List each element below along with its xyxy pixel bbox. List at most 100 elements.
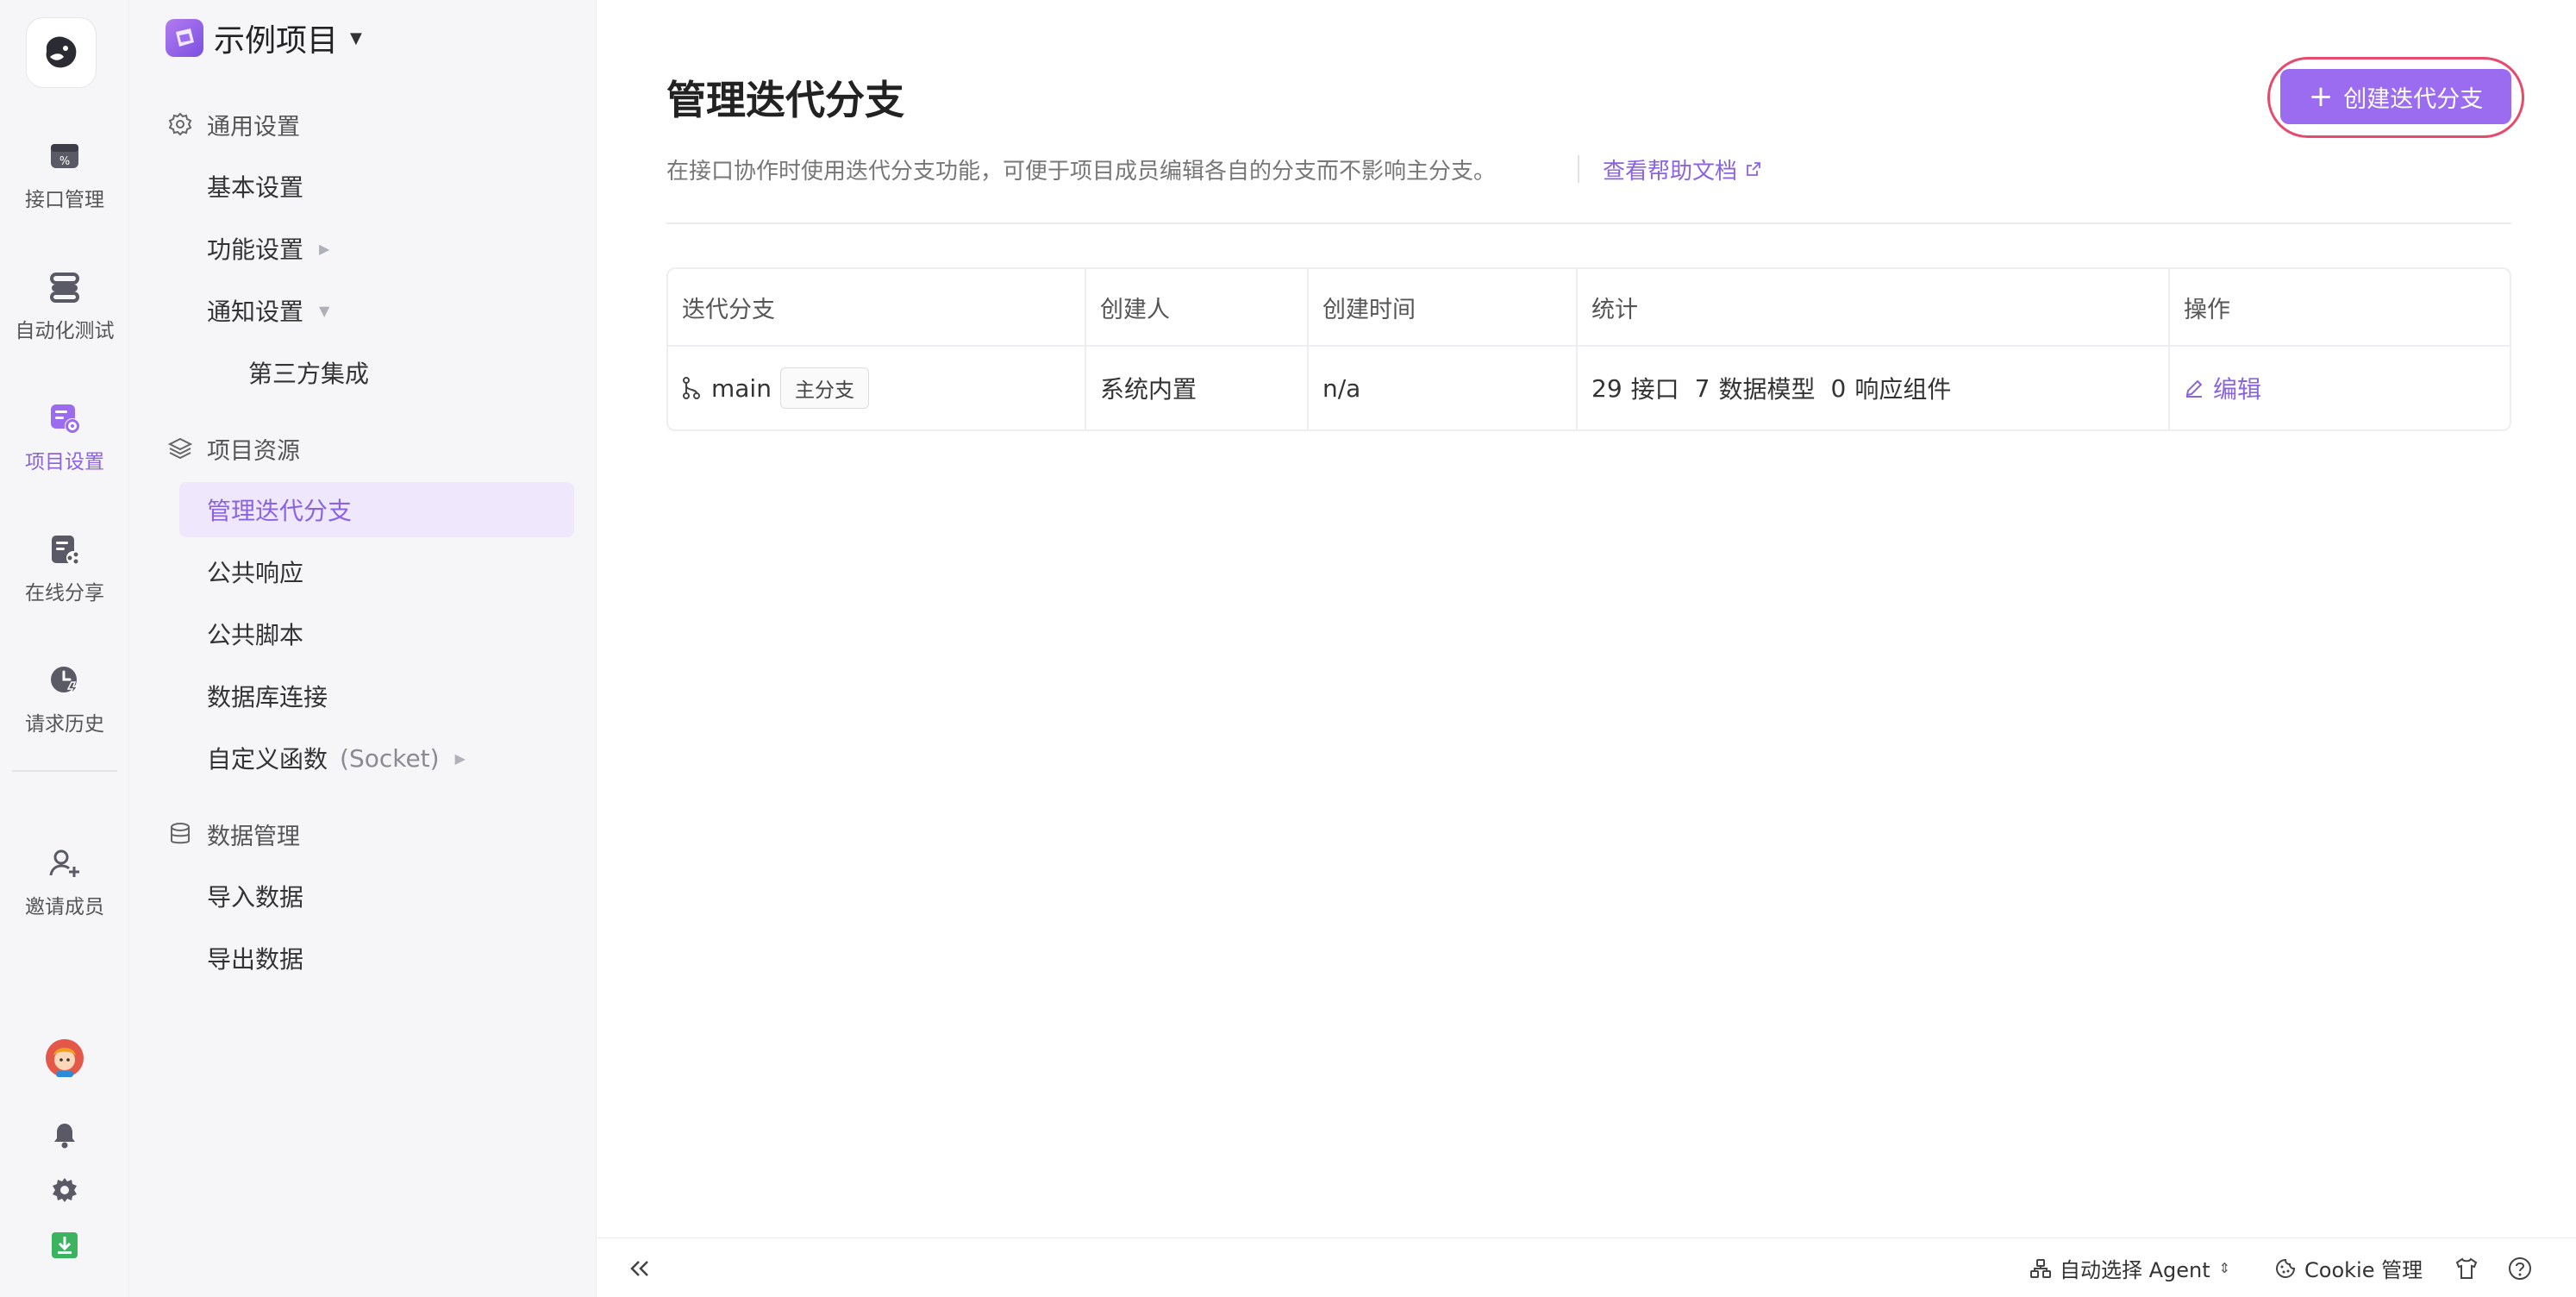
column-header-actions: 操作 [2184, 296, 2230, 323]
rail-item-project-settings[interactable]: 项目设置 [0, 398, 129, 474]
rail-item-invite-member[interactable]: 邀请成员 [0, 843, 129, 919]
rail-item-online-share[interactable]: 在线分享 [0, 529, 129, 605]
caret-right-icon: ▶ [454, 749, 466, 767]
agent-selector[interactable]: 自动选择 Agent ⇕ [2030, 1238, 2230, 1297]
app-logo-icon [46, 36, 77, 68]
section-project-resources: 项目资源 [167, 428, 300, 469]
component-count-label: 响应组件 [1854, 375, 1952, 404]
main-content: 管理迭代分支 + 创建迭代分支 在接口协作时使用迭代分支功能，可便于项目成员编辑… [597, 0, 2576, 1237]
nav-label: 功能设置 [207, 235, 304, 264]
user-avatar[interactable] [0, 1037, 129, 1080]
column-header-stats: 统计 [1578, 269, 2170, 345]
nav-label: 公共响应 [207, 559, 304, 587]
avatar-icon [46, 1039, 84, 1077]
section-label: 项目资源 [207, 437, 300, 465]
section-label: 通用设置 [207, 113, 300, 141]
nav-label: 通知设置 [207, 298, 304, 326]
nav-notification-settings[interactable]: 通知设置 ▼ [207, 290, 329, 331]
help-button[interactable] [2508, 1238, 2532, 1297]
download-button[interactable] [0, 1228, 129, 1263]
nav-third-party-integration[interactable]: 第三方集成 [248, 352, 369, 393]
rail-item-automation-test[interactable]: 自动化测试 [0, 267, 129, 343]
automation-test-icon [45, 267, 84, 307]
nav-export-data[interactable]: 导出数据 [207, 937, 303, 979]
project-settings-icon [45, 398, 84, 438]
gear-icon [167, 111, 193, 137]
rail-item-request-history[interactable]: 请求历史 [0, 661, 129, 736]
column-header-created-at: 创建时间 [1309, 269, 1578, 345]
cookie-label: Cookie 管理 [2304, 1258, 2423, 1282]
nav-manage-branches[interactable]: 管理迭代分支 [207, 489, 352, 530]
cookie-icon [2275, 1258, 2296, 1279]
edit-branch-button[interactable]: 编辑 [2184, 371, 2261, 405]
chevron-down-icon: ▼ [350, 28, 362, 47]
rail-label: 在线分享 [25, 582, 104, 605]
api-count-label: 接口 [1630, 375, 1679, 404]
caret-right-icon: ▶ [319, 240, 330, 257]
shirt-icon [2455, 1256, 2478, 1279]
rail-label: 项目设置 [25, 451, 104, 473]
section-label: 数据管理 [207, 823, 300, 850]
agent-label: 自动选择 Agent [2060, 1258, 2210, 1282]
creator-cell: 系统内置 [1086, 347, 1309, 429]
nav-label: 公共脚本 [207, 621, 304, 649]
create-branch-label: 创建迭代分支 [2343, 85, 2484, 113]
rail-label: 请求历史 [25, 713, 104, 736]
app-logo[interactable] [26, 17, 97, 88]
main-branch-badge: 主分支 [779, 367, 869, 409]
component-count: 0 [1830, 373, 1847, 403]
download-icon [52, 1232, 78, 1258]
agent-network-icon [2030, 1258, 2051, 1279]
help-doc-label: 查看帮助文档 [1603, 159, 1738, 185]
project-switcher[interactable]: 示例项目 ▼ [166, 17, 362, 59]
branch-table: 迭代分支 创建人 创建时间 统计 操作 main 主分支 系统内置 n/a 29… [666, 267, 2511, 431]
column-header-creator: 创建人 [1086, 269, 1309, 345]
section-general-settings: 通用设置 [167, 103, 300, 145]
bell-icon [54, 1124, 75, 1149]
branch-name: main [711, 373, 772, 403]
invite-member-icon [45, 843, 84, 883]
rail-label: 自动化测试 [15, 320, 115, 342]
rail-item-api-management[interactable]: % 接口管理 [0, 136, 129, 212]
nav-basic-settings[interactable]: 基本设置 [207, 166, 303, 207]
rail-divider [12, 770, 117, 772]
request-history-icon [45, 661, 84, 700]
settings-gear[interactable] [0, 1173, 129, 1207]
project-name: 示例项目 [214, 23, 339, 59]
created-at-cell: n/a [1309, 347, 1578, 429]
nav-label-suffix: (Socket) [340, 743, 440, 773]
git-branch-icon [682, 377, 701, 399]
description-divider [1578, 155, 1579, 183]
nav-label: 基本设置 [207, 173, 304, 202]
header-divider [666, 222, 2511, 224]
nav-common-response[interactable]: 公共响应 [207, 551, 303, 592]
double-chevron-left-icon [630, 1261, 648, 1276]
table-header-row: 迭代分支 创建人 创建时间 统计 操作 [668, 269, 2510, 347]
sort-arrows-icon: ⇕ [2218, 1260, 2231, 1276]
online-share-icon [45, 529, 84, 569]
project-sidebar [129, 0, 597, 1297]
theme-button[interactable] [2454, 1238, 2479, 1297]
create-branch-button[interactable]: + 创建迭代分支 [2280, 69, 2511, 124]
help-circle-icon [2509, 1256, 2531, 1280]
actions-cell: 编辑 [2170, 347, 2510, 429]
model-count: 7 [1694, 373, 1710, 403]
nav-common-script[interactable]: 公共脚本 [207, 613, 303, 655]
notification-bell[interactable] [0, 1118, 129, 1152]
nav-database-connection[interactable]: 数据库连接 [207, 675, 328, 717]
help-doc-link[interactable]: 查看帮助文档 [1603, 154, 1761, 185]
column-header-branch: 迭代分支 [668, 269, 1086, 345]
nav-feature-settings[interactable]: 功能设置 ▶ [207, 228, 329, 269]
rail-label: 接口管理 [25, 189, 104, 211]
svg-text:%: % [59, 155, 70, 168]
cookie-manager[interactable]: Cookie 管理 [2275, 1238, 2423, 1297]
external-link-icon [1746, 157, 1761, 183]
edit-label: 编辑 [2213, 375, 2262, 404]
edit-pen-icon [2184, 378, 2204, 398]
nav-import-data[interactable]: 导入数据 [207, 875, 303, 917]
api-count: 29 [1591, 373, 1623, 403]
nav-label: 导入数据 [207, 883, 304, 912]
project-icon [166, 19, 203, 57]
collapse-sidebar-button[interactable] [625, 1254, 654, 1283]
nav-custom-function[interactable]: 自定义函数 (Socket) ▶ [207, 737, 466, 779]
